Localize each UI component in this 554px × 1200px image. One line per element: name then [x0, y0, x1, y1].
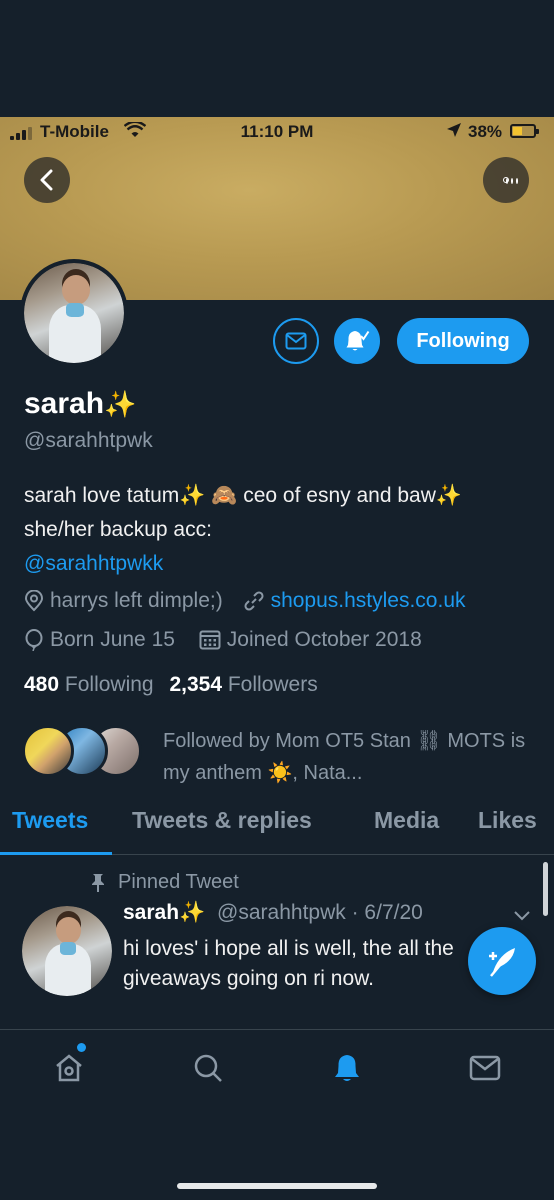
nav-notifications[interactable]	[327, 1048, 367, 1088]
tweet-avatar-photo	[22, 906, 112, 996]
location-text: harrys left dimple;)	[50, 589, 223, 612]
tab-tweets[interactable]: Tweets	[12, 807, 88, 834]
profile-handle: @sarahhtpwk	[24, 429, 153, 452]
profile-avatar[interactable]	[20, 259, 128, 367]
followers-stat[interactable]: 2,354 Followers	[169, 673, 317, 696]
tweet-menu-button[interactable]	[513, 909, 531, 927]
pin-icon	[92, 873, 104, 892]
status-bar: T-Mobile 11:10 PM 38%	[0, 117, 554, 147]
bio-mention-link[interactable]: @sarahhtpwkk	[24, 552, 163, 575]
birthday-text: Born June 15	[50, 628, 175, 651]
message-button[interactable]	[273, 318, 319, 364]
location-icon	[24, 590, 44, 612]
bio-text-3: she/her backup acc:	[24, 518, 212, 541]
compose-icon	[489, 948, 515, 977]
tweet-date: · 6/7/20	[351, 901, 423, 924]
bio-emoji-2: ✨	[435, 484, 463, 507]
bio-emoji-1: ✨	[179, 484, 206, 507]
location-arrow-icon	[446, 122, 462, 143]
avatar-photo	[24, 263, 124, 363]
follower-avatar	[22, 725, 74, 777]
website-item[interactable]: shopus.hstyles.co.uk	[243, 589, 466, 613]
more-icon	[503, 177, 518, 184]
followers-count: 2,354	[169, 673, 223, 696]
following-button[interactable]: Following	[397, 318, 529, 364]
tweet-author-emoji: ✨	[179, 901, 206, 924]
tweet-text: hi loves' i hope all is well, the all th…	[123, 937, 454, 990]
notification-dot	[77, 1043, 86, 1052]
name-emoji: ✨	[104, 389, 137, 419]
joined-text: Joined October 2018	[226, 628, 422, 651]
followers-label: Followers	[227, 673, 318, 696]
compose-tweet-button[interactable]	[468, 927, 536, 995]
battery-percent: 38%	[468, 122, 503, 141]
website-link[interactable]: shopus.hstyles.co.uk	[271, 589, 466, 613]
home-icon	[56, 1054, 82, 1082]
chevron-left-icon	[40, 169, 53, 191]
search-icon	[194, 1054, 222, 1082]
balloon-icon	[25, 629, 43, 651]
following-stat[interactable]: 480 Following	[24, 673, 154, 696]
tweet-header: sarah✨ @sarahhtpwk · 6/7/20	[123, 901, 423, 925]
link-icon	[244, 591, 264, 611]
active-tab-indicator	[0, 852, 112, 855]
scrollbar[interactable]	[543, 862, 548, 916]
birthday-item: Born June 15	[24, 628, 175, 652]
twitter-profile-screen: T-Mobile 11:10 PM 38% Following sarah✨ @…	[0, 117, 554, 1132]
location-item: harrys left dimple;)	[24, 589, 223, 613]
notifications-icon	[335, 1055, 359, 1081]
battery-icon	[510, 124, 539, 138]
bottom-navigation	[0, 1029, 554, 1132]
tweet-handle: @sarahhtpwk	[217, 901, 346, 924]
following-count: 480	[24, 673, 60, 696]
profile-meta-row-1: harrys left dimple;) shopus.hstyles.co.u…	[24, 589, 466, 618]
profile-bio: sarah love tatum✨ 🙈 ceo of esny and baw✨…	[24, 484, 463, 575]
notifications-toggle-button[interactable]	[334, 318, 380, 364]
tweet-avatar[interactable]	[22, 906, 112, 996]
home-indicator[interactable]	[177, 1183, 377, 1189]
following-label: Following	[64, 673, 154, 696]
top-bezel	[0, 0, 554, 117]
more-options-button[interactable]	[483, 157, 529, 203]
tab-tweets-replies[interactable]: Tweets & replies	[132, 807, 312, 834]
profile-name: sarah✨	[24, 387, 136, 421]
pinned-label: Pinned Tweet	[90, 871, 239, 894]
display-name: sarah	[24, 387, 105, 420]
messages-icon	[469, 1055, 501, 1081]
profile-tabs: Tweets Tweets & replies Media Likes	[0, 793, 554, 855]
bell-icon	[346, 330, 370, 351]
back-button[interactable]	[24, 157, 70, 203]
tab-media[interactable]: Media	[374, 807, 439, 834]
pinned-text: Pinned Tweet	[118, 871, 239, 893]
follow-stats: 480 Following 2,354 Followers	[24, 673, 318, 697]
nav-home[interactable]	[49, 1048, 89, 1088]
tab-likes[interactable]: Likes	[478, 807, 537, 834]
nav-messages[interactable]	[465, 1048, 505, 1088]
profile-meta-row-2: Born June 15 Joined October 2018	[24, 628, 422, 657]
bio-text-2: ceo of esny and baw	[243, 484, 436, 507]
joined-item: Joined October 2018	[199, 628, 422, 652]
calendar-icon	[199, 630, 221, 650]
nav-search[interactable]	[188, 1048, 228, 1088]
bio-text-1: sarah love tatum	[24, 484, 180, 507]
followed-by-text: Followed by Mom OT5 Stan ⛓ MOTS is my an…	[163, 730, 526, 784]
mail-icon	[285, 332, 307, 350]
tweet-author[interactable]: sarah	[123, 901, 179, 924]
chevron-down-icon	[514, 911, 530, 921]
bottom-bezel	[0, 1132, 554, 1200]
followed-by-section[interactable]: Followed by Mom OT5 Stan ⛓ MOTS is my an…	[22, 725, 542, 784]
